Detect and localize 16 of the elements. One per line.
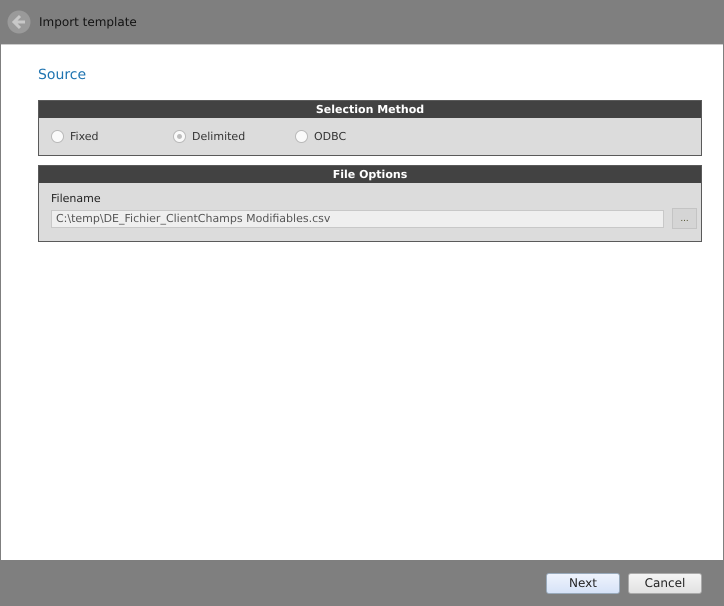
field-label: Filename [51, 192, 101, 205]
radio-label: Fixed [70, 130, 99, 143]
cancel-button[interactable]: Cancel [628, 572, 702, 594]
panel-header: File Options [39, 166, 701, 183]
page-title: Source [38, 67, 88, 83]
radio-label: Delimited [192, 130, 246, 143]
panel-header: Selection Method [39, 101, 701, 118]
browse-button[interactable]: ... [672, 208, 697, 229]
back-icon[interactable] [7, 10, 31, 34]
radio-button[interactable] [51, 130, 64, 143]
radio-label: ODBC [314, 130, 346, 143]
window-title: Import template [39, 15, 137, 29]
next-button[interactable]: Next [546, 572, 620, 594]
radio-button[interactable] [173, 130, 186, 143]
filename-field[interactable]: C:\temp\DE_Fichier_ClientChamps Modifiables.csv [51, 210, 664, 228]
radio-button[interactable] [295, 130, 308, 143]
